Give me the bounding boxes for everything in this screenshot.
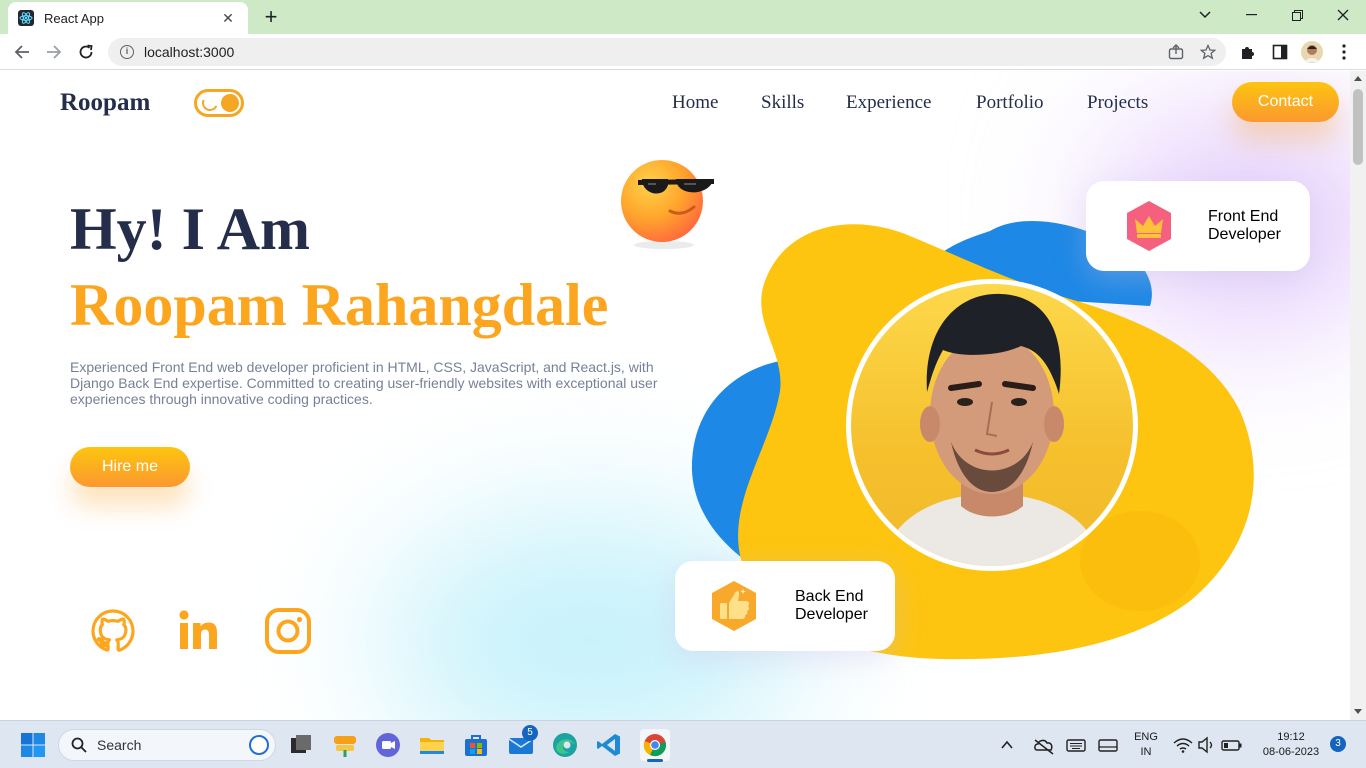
back-end-line1: Back End <box>795 588 864 605</box>
back-end-card: Back End Developer <box>675 561 895 651</box>
clock[interactable]: 19:12 08-06-2023 <box>1252 730 1330 760</box>
nav-portfolio[interactable]: Portfolio <box>976 92 1044 114</box>
back-arrow-icon[interactable] <box>10 40 34 64</box>
hire-me-button[interactable]: Hire me <box>70 447 190 487</box>
share-icon[interactable] <box>1164 40 1188 64</box>
front-end-line1: Front End <box>1208 208 1279 225</box>
site-logo[interactable]: Roopam <box>60 89 150 117</box>
language-line1: ENG <box>1134 731 1158 743</box>
crown-icon <box>1124 199 1174 253</box>
back-end-line2: Developer <box>795 606 868 623</box>
bookmark-star-icon[interactable] <box>1196 40 1220 64</box>
clock-time: 19:12 <box>1277 731 1305 743</box>
url-text: localhost:3000 <box>144 44 235 60</box>
search-icon <box>71 737 87 753</box>
onedrive-offline-icon[interactable] <box>1032 732 1056 758</box>
tab-title: React App <box>44 10 104 26</box>
instagram-icon[interactable] <box>264 607 312 655</box>
scroll-up-arrow-icon[interactable] <box>1354 76 1362 81</box>
browser-toolbar: i localhost:3000 <box>0 34 1366 70</box>
scroll-thumb[interactable] <box>1353 89 1363 165</box>
tab-search-chevron-icon[interactable] <box>1182 0 1228 30</box>
teams-meet-icon[interactable] <box>375 732 401 758</box>
new-tab-button[interactable]: + <box>258 4 284 30</box>
edge-browser-icon[interactable] <box>552 732 578 758</box>
site-info-icon[interactable]: i <box>120 45 134 59</box>
battery-icon[interactable] <box>1220 732 1244 758</box>
microsoft-store-icon[interactable] <box>463 732 489 758</box>
nav-home[interactable]: Home <box>672 92 718 114</box>
task-view-icon[interactable] <box>288 732 314 758</box>
extensions-puzzle-icon[interactable] <box>1236 40 1260 64</box>
name-heading: Roopam Rahangdale <box>70 272 609 338</box>
keyboard-icon[interactable] <box>1064 732 1088 758</box>
toggle-knob <box>221 94 239 112</box>
vscode-icon[interactable] <box>596 732 622 758</box>
chrome-menu-icon[interactable] <box>1332 40 1356 64</box>
thumbs-up-icon <box>709 579 759 633</box>
linkedin-icon[interactable] <box>177 607 225 655</box>
greeting-heading: Hy! I Am <box>70 196 310 262</box>
clock-date: 08-06-2023 <box>1262 746 1320 758</box>
address-bar[interactable]: i localhost:3000 <box>108 38 1226 66</box>
active-app-indicator <box>647 759 663 762</box>
volume-icon[interactable] <box>1196 732 1216 758</box>
app-icon-orange[interactable] <box>332 732 358 758</box>
profile-photo <box>846 279 1138 571</box>
show-hidden-icons-chevron-icon[interactable] <box>1000 732 1022 758</box>
wifi-icon[interactable] <box>1172 732 1194 758</box>
intro-description: Experienced Front End web developer prof… <box>70 359 658 407</box>
mail-badge: 5 <box>522 725 538 741</box>
reload-icon[interactable] <box>74 40 98 64</box>
nav-experience[interactable]: Experience <box>846 92 931 114</box>
taskbar-search[interactable]: Search <box>58 729 276 761</box>
close-window-button[interactable] <box>1320 0 1366 30</box>
chrome-browser-icon[interactable] <box>640 729 670 762</box>
nav-projects[interactable]: Projects <box>1087 92 1148 114</box>
side-panel-icon[interactable] <box>1268 40 1292 64</box>
windows-taskbar: Search 5 ENG IN 19:12 08-06-2023 3 <box>0 720 1366 768</box>
github-icon[interactable] <box>89 607 137 655</box>
scroll-down-arrow-icon[interactable] <box>1354 709 1362 714</box>
forward-arrow-icon[interactable] <box>42 40 66 64</box>
nav-skills[interactable]: Skills <box>761 92 804 114</box>
restore-button[interactable] <box>1274 0 1320 30</box>
profile-avatar[interactable] <box>1300 40 1324 64</box>
search-placeholder: Search <box>97 737 142 753</box>
theme-toggle[interactable] <box>194 89 244 117</box>
mail-icon[interactable]: 5 <box>508 725 538 758</box>
browser-tab-bar: React App ✕ + <box>0 0 1366 34</box>
front-end-card: Front End Developer <box>1086 181 1310 271</box>
tab-close-icon[interactable]: ✕ <box>218 10 238 27</box>
contact-button[interactable]: Contact <box>1232 82 1339 122</box>
display-icon[interactable] <box>1096 732 1120 758</box>
bing-icon[interactable] <box>249 735 269 755</box>
browser-tab[interactable]: React App ✕ <box>8 2 248 34</box>
language-line2: IN <box>1140 746 1152 758</box>
page-viewport: Roopam Home Skills Experience Portfolio … <box>0 71 1350 720</box>
front-end-line2: Developer <box>1208 226 1281 243</box>
language-indicator[interactable]: ENG IN <box>1130 730 1162 760</box>
minimize-button[interactable] <box>1228 0 1274 30</box>
file-explorer-icon[interactable] <box>419 732 445 758</box>
moon-icon <box>199 92 221 114</box>
react-favicon-icon <box>18 10 34 26</box>
notification-badge[interactable]: 3 <box>1330 736 1346 752</box>
page-scrollbar[interactable] <box>1350 71 1366 720</box>
windows-start-icon[interactable] <box>20 732 46 758</box>
